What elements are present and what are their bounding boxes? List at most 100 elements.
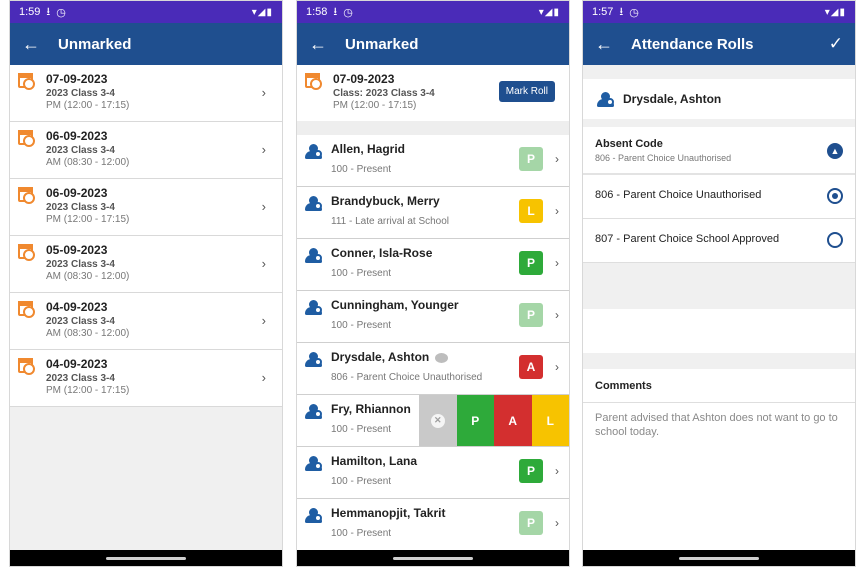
- present-badge[interactable]: P: [519, 303, 543, 327]
- session-row[interactable]: 04-09-2023 2023 Class 3-4 PM (12:00 - 17…: [10, 350, 282, 407]
- session-row[interactable]: 06-09-2023 2023 Class 3-4 AM (08:30 - 12…: [10, 122, 282, 179]
- calendar-clock-icon: [18, 187, 35, 204]
- comments-title: Comments: [595, 380, 652, 392]
- mark-present-button[interactable]: P: [456, 395, 494, 446]
- absent-code-value: 806 - Parent Choice Unauthorised: [595, 153, 732, 163]
- student-row[interactable]: Conner, Isla-Rose 100 - Present P ›: [297, 239, 569, 291]
- session-date: 04-09-2023: [46, 300, 108, 314]
- student-icon: [597, 92, 614, 107]
- back-arrow-icon[interactable]: ←: [595, 34, 623, 55]
- mark-roll-button[interactable]: Mark Roll: [498, 81, 555, 102]
- student-row[interactable]: Drysdale, Ashton 806 - Parent Choice Una…: [297, 343, 569, 395]
- screen-mark-roll: 1:58 ⭳ ◷ ▾◢▮ ← Unmarked 07-09-2023 Class…: [296, 0, 570, 567]
- status-bar: 1:57 ⭳ ◷ ▾◢▮: [583, 1, 855, 23]
- system-nav-bar: [583, 550, 855, 566]
- absent-option[interactable]: 807 - Parent Choice School Approved: [583, 219, 855, 263]
- screen-unmarked-sessions: 1:59 ⭳ ◷ ▾◢▮ ← Unmarked 07-09-2023 2023 …: [9, 0, 283, 567]
- back-arrow-icon[interactable]: ←: [309, 34, 337, 55]
- present-badge[interactable]: P: [519, 251, 543, 275]
- home-handle[interactable]: [679, 557, 759, 560]
- session-list: 07-09-2023 2023 Class 3-4 PM (12:00 - 17…: [10, 65, 282, 550]
- comments-textarea[interactable]: Parent advised that Ashton does not want…: [595, 411, 843, 439]
- session-class: 2023 Class 3-4: [46, 373, 115, 384]
- absent-badge[interactable]: A: [519, 355, 543, 379]
- session-row[interactable]: 04-09-2023 2023 Class 3-4 AM (08:30 - 12…: [10, 293, 282, 350]
- page-title: Attendance Rolls: [631, 35, 754, 53]
- absent-option[interactable]: 806 - Parent Choice Unauthorised: [583, 175, 855, 219]
- section-divider: [297, 121, 569, 135]
- student-icon: [305, 144, 322, 159]
- student-row-swiped[interactable]: Fry, Rhiannon 100 - Present ✕ P A L: [297, 395, 569, 447]
- chevron-right-icon: ›: [261, 85, 266, 100]
- status-time: 1:59: [19, 6, 41, 18]
- session-time: AM (08:30 - 12:00): [46, 157, 130, 168]
- student-header: Drysdale, Ashton: [583, 79, 855, 119]
- chevron-right-icon: ›: [555, 464, 559, 478]
- session-date: 06-09-2023: [46, 129, 108, 143]
- home-handle[interactable]: [393, 557, 473, 560]
- student-row[interactable]: Hemmanopjit, Takrit 100 - Present P ›: [297, 499, 569, 551]
- calendar-clock-icon: [18, 130, 35, 147]
- session-row[interactable]: 05-09-2023 2023 Class 3-4 AM (08:30 - 12…: [10, 236, 282, 293]
- student-name: Drysdale, Ashton: [623, 92, 722, 106]
- student-row[interactable]: Allen, Hagrid 100 - Present P ›: [297, 135, 569, 187]
- chevron-right-icon: ›: [555, 308, 559, 322]
- empty-option-area: [583, 309, 855, 353]
- comments-panel: Comments Parent advised that Ashton does…: [583, 369, 855, 553]
- close-icon: ✕: [430, 413, 445, 428]
- session-row[interactable]: 06-09-2023 2023 Class 3-4 PM (12:00 - 17…: [10, 179, 282, 236]
- wifi-battery-icon: ▾◢▮: [538, 6, 560, 18]
- download-icon: ⭳: [46, 5, 51, 18]
- student-icon: [305, 404, 322, 419]
- app-bar: ← Unmarked: [297, 23, 569, 65]
- download-icon: ⭳: [333, 5, 338, 18]
- status-time: 1:57: [592, 6, 614, 18]
- late-badge[interactable]: L: [519, 199, 543, 223]
- calendar-clock-icon: [18, 358, 35, 375]
- present-badge[interactable]: P: [519, 459, 543, 483]
- status-time: 1:58: [306, 6, 328, 18]
- radio-selected-icon[interactable]: [827, 188, 843, 204]
- chevron-right-icon: ›: [555, 152, 559, 166]
- student-icon: [305, 196, 322, 211]
- divider: [583, 402, 855, 403]
- wifi-battery-icon: ▾◢▮: [824, 6, 846, 18]
- session-time: AM (08:30 - 12:00): [46, 328, 130, 339]
- calendar-clock-icon: [305, 73, 322, 90]
- check-icon[interactable]: ✓: [829, 34, 843, 54]
- page-title: Unmarked: [58, 35, 132, 53]
- session-header: 07-09-2023 Class: 2023 Class 3-4 PM (12:…: [297, 65, 569, 121]
- chevron-up-icon[interactable]: ▲: [827, 143, 843, 159]
- back-arrow-icon[interactable]: ←: [22, 34, 50, 55]
- student-icon: [305, 508, 322, 523]
- absent-code-title: Absent Code: [595, 138, 663, 150]
- session-class: 2023 Class 3-4: [46, 316, 115, 327]
- session-class: 2023 Class 3-4: [46, 202, 115, 213]
- present-badge[interactable]: P: [519, 147, 543, 171]
- chevron-right-icon: ›: [555, 516, 559, 530]
- present-badge[interactable]: P: [519, 511, 543, 535]
- student-name: Drysdale, Ashton: [331, 350, 430, 364]
- chevron-right-icon: ›: [261, 142, 266, 157]
- student-row[interactable]: Hamilton, Lana 100 - Present P ›: [297, 447, 569, 499]
- mark-absent-button[interactable]: A: [494, 395, 532, 446]
- student-row[interactable]: Cunningham, Younger 100 - Present P ›: [297, 291, 569, 343]
- wifi-battery-icon: ▾◢▮: [251, 6, 273, 18]
- mark-late-button[interactable]: L: [531, 395, 569, 446]
- system-nav-bar: [297, 550, 569, 566]
- session-time: PM (12:00 - 17:15): [46, 385, 130, 396]
- calendar-clock-icon: [18, 73, 35, 90]
- radio-unselected-icon[interactable]: [827, 232, 843, 248]
- calendar-clock-icon: [18, 244, 35, 261]
- chevron-right-icon: ›: [555, 360, 559, 374]
- app-bar: ← Unmarked: [10, 23, 282, 65]
- clear-mark-button[interactable]: ✕: [419, 395, 457, 446]
- session-class: 2023 Class 3-4: [46, 88, 115, 99]
- student-icon: [305, 248, 322, 263]
- student-icon: [305, 456, 322, 471]
- home-handle[interactable]: [106, 557, 186, 560]
- sync-icon: ◷: [343, 6, 353, 19]
- student-row[interactable]: Brandybuck, Merry 111 - Late arrival at …: [297, 187, 569, 239]
- chevron-right-icon: ›: [261, 256, 266, 271]
- session-row[interactable]: 07-09-2023 2023 Class 3-4 PM (12:00 - 17…: [10, 65, 282, 122]
